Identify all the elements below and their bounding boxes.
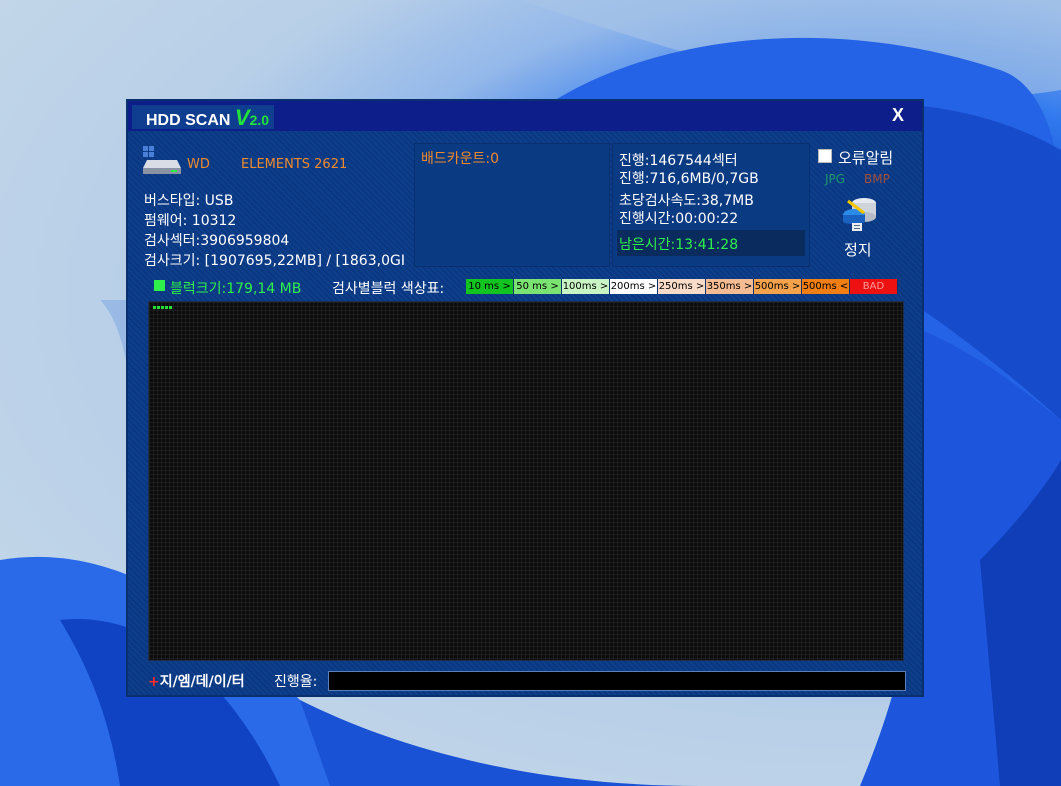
jpg-button[interactable]: JPG [825, 172, 845, 186]
scanned-blocks [153, 306, 172, 309]
progress-rate-bar [328, 671, 906, 691]
remaining-time-box: 남은시간:13:41:28 [617, 230, 805, 256]
bmp-button[interactable]: BMP [864, 172, 890, 186]
title-bar[interactable]: HDD SCAN V2.0 X [128, 101, 922, 131]
stop-icon[interactable] [840, 195, 878, 235]
block-size: 블럭크기:179,14 MB [170, 281, 302, 297]
hard-drive-icon [143, 146, 181, 174]
color-legend: 10 ms >50 ms >100ms >200ms >250ms >350ms… [466, 279, 898, 294]
app-version: V2.0 [234, 105, 270, 130]
bad-count-panel: 배드카운트:0 [414, 143, 610, 267]
app-title: HDD SCAN V2.0 [132, 105, 274, 130]
scanned-block [161, 306, 164, 309]
scanned-block [153, 306, 156, 309]
scan-block-grid [148, 301, 904, 661]
legend-item: 50 ms > [514, 279, 562, 294]
firmware: 펌웨어: 10312 [144, 213, 237, 229]
legend-item: BAD [850, 279, 898, 294]
elapsed-time: 진행시간:00:00:22 [619, 211, 739, 227]
legend-item: 500ms > [754, 279, 802, 294]
progress-panel: 진행:1467544섹터 진행:716,6MB/0,7GB 초당검사속도:38,… [612, 143, 810, 267]
bus-type: 버스타입: USB [144, 193, 234, 209]
scanned-block [157, 306, 160, 309]
close-button[interactable]: X [892, 105, 904, 126]
legend-item: 250ms > [658, 279, 706, 294]
legend-item: 100ms > [562, 279, 610, 294]
brand-label: +지/엠/데/이/터 [148, 674, 245, 690]
scan-size: 검사크기: [1907695,22MB] / [1863,0GI [144, 253, 405, 269]
error-alarm-checkbox[interactable] [818, 149, 832, 163]
progress-sectors: 진행:1467544섹터 [619, 153, 738, 169]
hdd-scan-window: HDD SCAN V2.0 X WD ELEMENTS 2621 버스타입: U… [126, 99, 924, 697]
legend-title: 검사별블럭 색상표: [332, 281, 445, 297]
stop-button[interactable]: 정지 [844, 239, 872, 260]
scan-sectors: 검사섹터:3906959804 [144, 233, 290, 249]
scanned-block [165, 306, 168, 309]
scanned-block [169, 306, 172, 309]
app-name: HDD SCAN [146, 112, 231, 129]
legend-item: 10 ms > [466, 279, 514, 294]
drive-model: ELEMENTS 2621 [241, 157, 348, 172]
progress-data: 진행:716,6MB/0,7GB [619, 171, 759, 187]
block-size-swatch [154, 280, 165, 291]
legend-item: 200ms > [610, 279, 658, 294]
error-alarm-label: 오류알림 [838, 149, 894, 167]
progress-rate-label: 진행율: [274, 674, 318, 690]
scan-speed: 초당검사속도:38,7MB [619, 193, 754, 209]
remaining-time: 남은시간:13:41:28 [619, 237, 739, 253]
legend-item: 500ms < [802, 279, 850, 294]
legend-item: 350ms > [706, 279, 754, 294]
bad-count: 배드카운트:0 [421, 151, 500, 167]
drive-vendor: WD [187, 157, 210, 172]
